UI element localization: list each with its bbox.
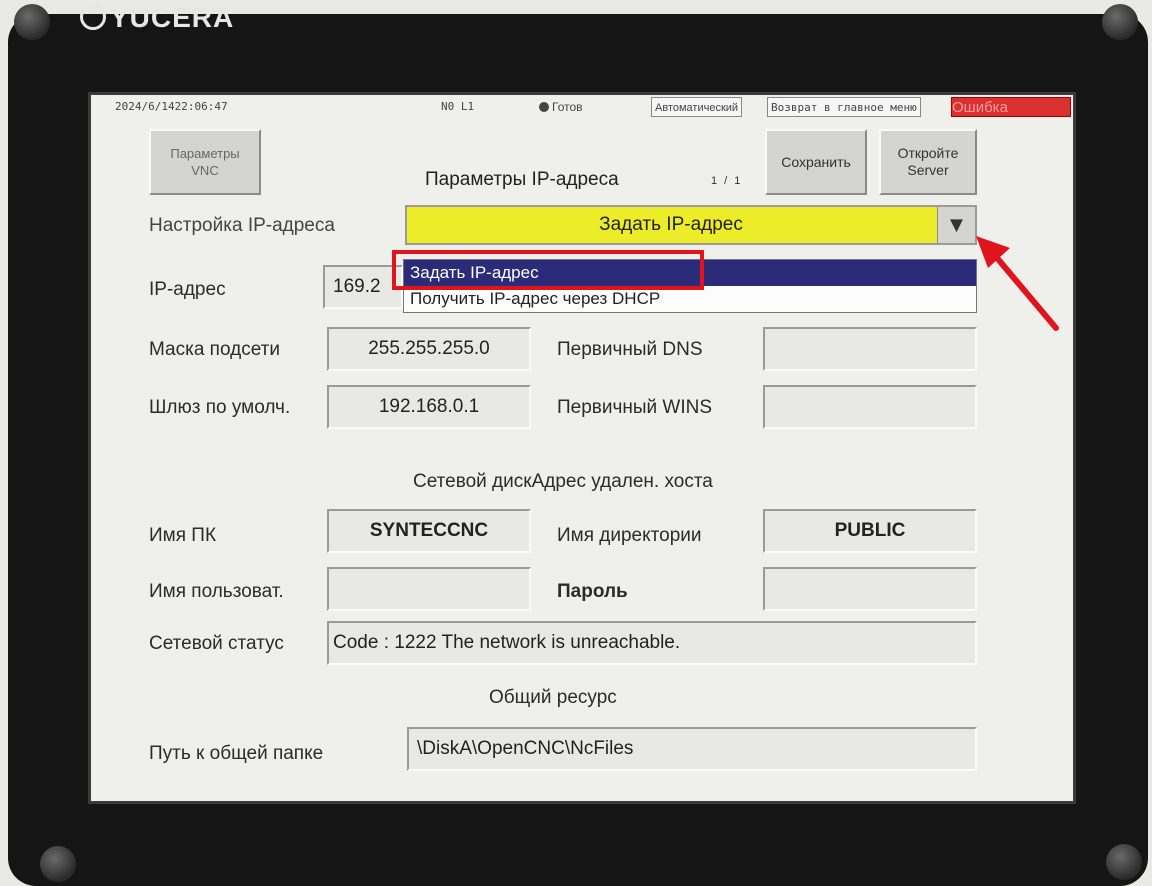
page-title: Параметры IP-адреса (425, 169, 619, 190)
network-status-label: Сетевой статус (149, 633, 284, 654)
username-field[interactable] (327, 567, 531, 611)
ip-address-field[interactable]: 169.2 (323, 265, 403, 309)
page-indicator: 1 / 1 (711, 175, 743, 187)
password-field[interactable] (763, 567, 977, 611)
ip-setting-combobox[interactable]: Задать IP-адрес (405, 205, 977, 245)
mode-indicator: Автоматический (651, 97, 743, 117)
server-button-line1: Откройте (897, 145, 959, 161)
status-dot-icon (539, 102, 549, 112)
screw-icon (1106, 844, 1142, 880)
directory-field[interactable]: PUBLIC (763, 509, 977, 553)
pc-name-label: Имя ПК (149, 525, 217, 546)
directory-label: Имя директории (557, 525, 702, 546)
ready-label: Готов (552, 100, 583, 114)
ip-address-label: IP-адрес (149, 279, 226, 300)
status-bar: 2024/6/1422:06:47 N0 L1 Готов Автоматиче… (91, 95, 1073, 119)
ready-status: Готов (539, 97, 583, 117)
primary-dns-label: Первичный DNS (557, 339, 703, 360)
screw-icon (14, 4, 50, 40)
screw-icon (1102, 4, 1138, 40)
username-label: Имя пользоват. (149, 581, 284, 602)
brand-logo: YUCERA (80, 2, 234, 34)
subnet-mask-field[interactable]: 255.255.255.0 (327, 327, 531, 371)
gateway-label: Шлюз по умолч. (149, 397, 291, 418)
screw-icon (40, 846, 76, 882)
gateway-field[interactable]: 192.168.0.1 (327, 385, 531, 429)
subnet-mask-label: Маска подсети (149, 339, 280, 360)
save-button[interactable]: Сохранить (765, 129, 867, 195)
share-path-field[interactable]: \DiskA\OpenCNC\NcFiles (407, 727, 977, 771)
highlight-box (392, 250, 704, 290)
server-button-line2: Server (907, 162, 949, 178)
primary-dns-field[interactable] (763, 327, 977, 371)
datetime: 2024/6/1422:06:47 (115, 100, 228, 113)
share-path-label: Путь к общей папке (149, 743, 324, 764)
network-status-field: Code : 1222 The network is unreachable. (327, 621, 977, 665)
cnc-screen: 2024/6/1422:06:47 N0 L1 Готов Автоматиче… (88, 92, 1076, 804)
primary-wins-label: Первичный WINS (557, 397, 713, 418)
open-server-button[interactable]: Откройте Server (879, 129, 977, 195)
error-button[interactable]: Ошибка (951, 97, 1071, 117)
brand-name: YUCERA (110, 2, 235, 33)
pc-name-field[interactable]: SYNTECCNC (327, 509, 531, 553)
vnc-params-button[interactable]: Параметры VNC (149, 129, 261, 195)
password-label: Пароль (557, 581, 628, 602)
primary-wins-field[interactable] (763, 385, 977, 429)
back-to-main-button[interactable]: Возврат в главное меню (767, 97, 921, 117)
remote-section-title: Сетевой дискАдрес удален. хоста (413, 471, 713, 492)
brand-mark-icon (80, 4, 106, 30)
share-section-title: Общий ресурс (489, 687, 617, 708)
annotation-arrow-icon (976, 236, 1059, 331)
coord-readout: N0 L1 (441, 100, 475, 113)
ip-setting-label: Настройка IP-адреса (149, 215, 335, 236)
